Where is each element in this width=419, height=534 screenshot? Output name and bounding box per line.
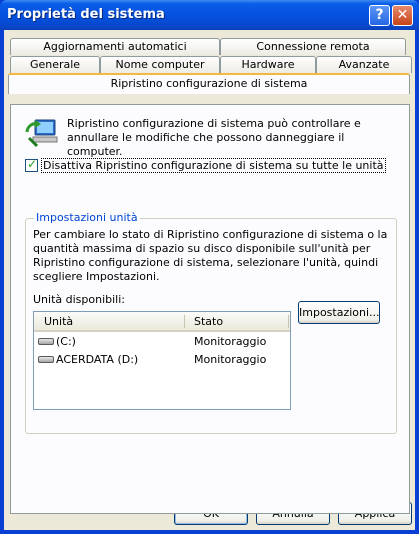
drive-status: Monitoraggio — [194, 353, 267, 366]
tab-connessione-remota[interactable]: Connessione remota — [220, 38, 406, 55]
system-restore-icon — [25, 119, 58, 148]
listview-header: Unità Stato — [34, 312, 290, 332]
help-button[interactable]: ? — [369, 5, 390, 26]
group-description: Per cambiare lo stato di Ripristino conf… — [33, 228, 388, 283]
column-separator[interactable] — [184, 315, 185, 328]
disable-restore-checkbox[interactable]: ✓ — [25, 157, 38, 172]
drive-row[interactable]: (C:) Monitoraggio — [38, 334, 288, 350]
tab-nome-computer[interactable]: Nome computer — [100, 56, 220, 73]
system-properties-window: Proprietà del sistema ? ✕ Aggiornamenti … — [0, 0, 419, 534]
drives-listview[interactable]: Unità Stato (C:) Monitoraggio ACERDATA (… — [33, 311, 291, 410]
title-bar[interactable]: Proprietà del sistema ? ✕ — [0, 0, 419, 30]
description-text: Ripristino configurazione di sistema può… — [67, 117, 361, 158]
column-header-stato[interactable]: Stato — [194, 315, 223, 328]
group-title: Impostazioni unità — [34, 211, 140, 224]
column-header-unita[interactable]: Unità — [44, 315, 73, 328]
close-button[interactable]: ✕ — [392, 5, 413, 26]
dialog-client-area: Aggiornamenti automatici Connessione rem… — [4, 30, 415, 530]
settings-button[interactable]: Impostazioni... — [298, 301, 380, 324]
disable-restore-label[interactable]: Disattiva Ripristino configurazione di s… — [41, 158, 386, 173]
window-title: Proprietà del sistema — [7, 7, 165, 22]
drive-name: (C:) — [56, 335, 76, 348]
hard-drive-icon — [38, 338, 54, 345]
drive-name: ACERDATA (D:) — [56, 353, 139, 366]
tab-aggiornamenti-automatici[interactable]: Aggiornamenti automatici — [10, 38, 220, 55]
tab-generale[interactable]: Generale — [10, 56, 100, 73]
tab-ripristino-configurazione[interactable]: Ripristino configurazione di sistema — [8, 73, 410, 94]
tab-panel-ripristino: Ripristino configurazione di sistema può… — [10, 104, 410, 514]
checkmark-icon: ✓ — [27, 157, 38, 171]
drive-status: Monitoraggio — [194, 335, 267, 348]
drive-row[interactable]: ACERDATA (D:) Monitoraggio — [38, 352, 288, 368]
tab-avanzate[interactable]: Avanzate — [316, 56, 412, 73]
available-drives-label: Unità disponibili: — [33, 293, 125, 306]
hard-drive-icon — [38, 356, 54, 363]
column-separator[interactable] — [288, 315, 289, 328]
drive-settings-group: Impostazioni unità Per cambiare lo stato… — [25, 211, 397, 434]
tab-hardware[interactable]: Hardware — [220, 56, 316, 73]
